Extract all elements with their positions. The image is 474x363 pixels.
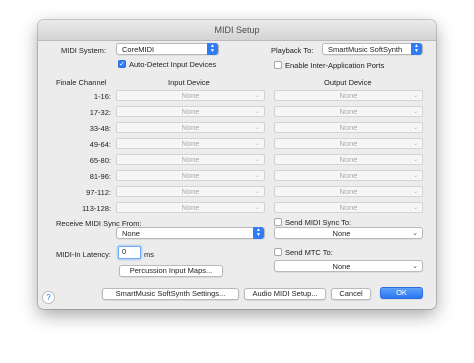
- input-device-value: None: [181, 139, 200, 148]
- chevron-down-icon: ⌄: [412, 157, 418, 163]
- input-device-value: None: [181, 203, 200, 212]
- playback-to-label: Playback To:: [271, 46, 314, 55]
- input-device-popup: None ⌄: [116, 106, 265, 117]
- send-sync-checkbox[interactable]: [274, 218, 282, 226]
- midi-setup-window: MIDI Setup MIDI System: CoreMIDI ▲ ▼ ✓ Au…: [38, 20, 436, 309]
- output-device-popup: None ⌄: [274, 170, 423, 181]
- output-device-value: None: [339, 139, 358, 148]
- input-device-value: None: [181, 187, 200, 196]
- popup-arrows-icon: ▲ ▼: [411, 43, 422, 55]
- input-device-popup: None ⌄: [116, 170, 265, 181]
- audio-midi-setup-button[interactable]: Audio MIDI Setup...: [244, 288, 326, 300]
- input-device-popup: None ⌄: [116, 138, 265, 149]
- send-sync-value: None: [332, 229, 351, 238]
- chevron-down-icon: ⌄: [412, 109, 418, 115]
- chevron-down-icon: ⌄: [254, 205, 260, 211]
- output-device-value: None: [339, 203, 358, 212]
- send-mtc-value: None: [332, 262, 351, 271]
- chevron-down-icon: ⌄: [254, 189, 260, 195]
- channel-label: 81-96:: [89, 172, 111, 181]
- percussion-input-maps-button[interactable]: Percussion Input Maps...: [119, 265, 223, 277]
- output-device-value: None: [339, 171, 358, 180]
- popup-arrows-icon: ▲ ▼: [253, 227, 264, 239]
- chevron-down-icon: ⌄: [254, 93, 260, 99]
- output-device-popup: None ⌄: [274, 202, 423, 213]
- input-device-popup: None ⌄: [116, 90, 265, 101]
- send-sync-label: Send MIDI Sync To:: [285, 218, 352, 227]
- latency-unit: ms: [144, 250, 154, 259]
- input-device-popup: None ⌄: [116, 122, 265, 133]
- receive-sync-popup[interactable]: None ▲ ▼: [116, 227, 265, 239]
- output-device-popup: None ⌄: [274, 106, 423, 117]
- chevron-down-icon: ⌄: [254, 109, 260, 115]
- output-device-value: None: [339, 155, 358, 164]
- output-device-popup: None ⌄: [274, 90, 423, 101]
- input-device-header: Input Device: [168, 78, 210, 87]
- output-device-value: None: [339, 187, 358, 196]
- input-device-value: None: [181, 155, 200, 164]
- output-device-popup: None ⌄: [274, 138, 423, 149]
- input-device-popup: None ⌄: [116, 186, 265, 197]
- channel-label: 49-64:: [89, 140, 111, 149]
- receive-sync-value: None: [122, 229, 140, 238]
- chevron-down-icon: ⌄: [412, 93, 418, 99]
- channel-label: 97-112:: [86, 188, 111, 197]
- playback-to-popup[interactable]: SmartMusic SoftSynth ▲ ▼: [322, 43, 423, 55]
- send-mtc-label: Send MTC To:: [285, 248, 333, 257]
- window-title: MIDI Setup: [38, 20, 436, 41]
- chevron-down-icon: ⌄: [412, 125, 418, 131]
- input-device-value: None: [181, 107, 200, 116]
- channel-label: 33-48:: [89, 124, 111, 133]
- chevron-down-icon: ⌄: [412, 173, 418, 179]
- channel-label: 113-128:: [81, 204, 111, 213]
- playback-to-value: SmartMusic SoftSynth: [328, 45, 403, 54]
- input-device-popup: None ⌄: [116, 154, 265, 165]
- output-device-value: None: [339, 123, 358, 132]
- latency-label: MIDI-In Latency:: [56, 250, 112, 259]
- chevron-down-icon: ⌄: [412, 230, 418, 237]
- chevron-down-icon: ⌄: [412, 189, 418, 195]
- chevron-down-icon: ⌄: [254, 157, 260, 163]
- output-device-value: None: [339, 107, 358, 116]
- enable-iap-checkbox[interactable]: [274, 61, 282, 69]
- channel-label: 17-32:: [89, 108, 111, 117]
- chevron-down-icon: ⌄: [412, 205, 418, 211]
- output-device-popup: None ⌄: [274, 122, 423, 133]
- output-device-popup: None ⌄: [274, 154, 423, 165]
- cancel-button[interactable]: Cancel: [331, 288, 371, 300]
- chevron-down-icon: ⌄: [412, 141, 418, 147]
- softsynth-settings-button[interactable]: SmartMusic SoftSynth Settings...: [102, 288, 239, 300]
- input-device-value: None: [181, 91, 200, 100]
- send-sync-popup[interactable]: None ⌄: [274, 227, 423, 239]
- input-device-value: None: [181, 123, 200, 132]
- chevron-down-icon: ⌄: [254, 173, 260, 179]
- chevron-down-icon: ⌄: [254, 141, 260, 147]
- channel-label: 65-80:: [89, 156, 111, 165]
- midi-system-value: CoreMIDI: [122, 45, 155, 54]
- output-device-value: None: [339, 91, 358, 100]
- auto-detect-label: Auto-Detect Input Devices: [129, 60, 217, 69]
- send-mtc-checkbox[interactable]: [274, 248, 282, 256]
- output-device-header: Output Device: [324, 78, 372, 87]
- input-device-value: None: [181, 171, 200, 180]
- help-button[interactable]: ?: [42, 291, 55, 304]
- output-device-popup: None ⌄: [274, 186, 423, 197]
- chevron-down-icon: ⌄: [412, 263, 418, 270]
- send-mtc-popup[interactable]: None ⌄: [274, 260, 423, 272]
- midi-system-popup[interactable]: CoreMIDI ▲ ▼: [116, 43, 219, 55]
- chevron-down-icon: ⌄: [254, 125, 260, 131]
- latency-input[interactable]: 0: [118, 246, 141, 259]
- channel-label: 1-16:: [93, 92, 111, 101]
- finale-channel-header: Finale Channel: [56, 78, 107, 87]
- auto-detect-checkbox[interactable]: ✓: [118, 60, 126, 68]
- enable-iap-label: Enable Inter-Application Ports: [285, 61, 385, 70]
- popup-arrows-icon: ▲ ▼: [207, 43, 218, 55]
- ok-button[interactable]: OK: [380, 287, 423, 299]
- midi-system-label: MIDI System:: [61, 46, 107, 55]
- input-device-popup: None ⌄: [116, 202, 265, 213]
